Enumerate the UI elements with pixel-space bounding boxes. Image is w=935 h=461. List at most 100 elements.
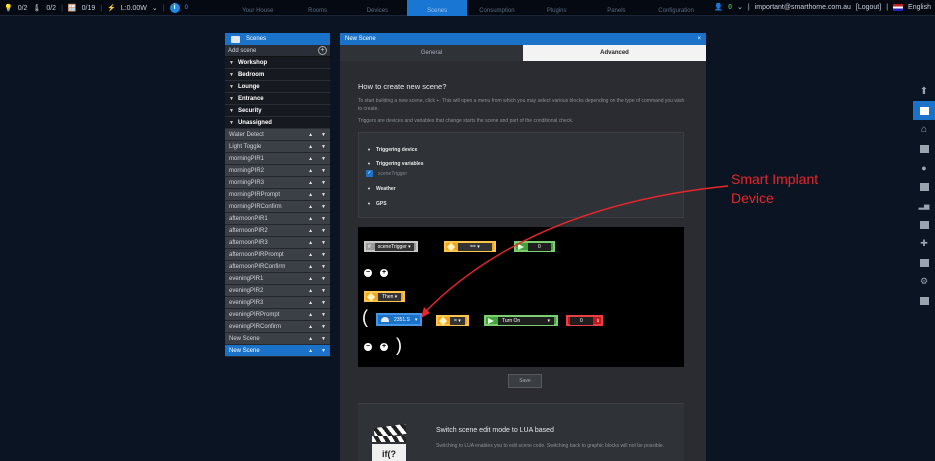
blinds-icon[interactable] — [913, 177, 935, 196]
move-down-icon[interactable]: ▼ — [321, 132, 326, 138]
move-up-icon[interactable]: ▲ — [308, 252, 313, 258]
delay-value[interactable]: 0 — [570, 316, 593, 325]
move-up-icon[interactable]: ▲ — [308, 204, 313, 210]
move-up-icon[interactable]: ▲ — [308, 264, 313, 270]
add-condition-button[interactable]: + — [380, 269, 388, 277]
action-dropdown[interactable]: Turn On ▾ — [498, 316, 554, 325]
variable-checkbox-row[interactable]: ✓ sceneTrigger — [366, 170, 407, 177]
scene-row[interactable]: eveningPIRConfirm ▲ ▼ — [225, 321, 330, 333]
scene-row[interactable]: morningPIRPrompt ▲ ▼ — [225, 189, 330, 201]
close-icon[interactable]: × — [697, 36, 701, 42]
group-security[interactable]: ▼ Security — [225, 105, 330, 117]
move-down-icon[interactable]: ▼ — [321, 180, 326, 186]
block-editor[interactable]: # sceneTrigger ▾ == ▾ 0 − + Then ▾ ( 235… — [358, 227, 684, 367]
value-block[interactable]: 0 — [514, 241, 555, 252]
move-up-icon[interactable]: ▲ — [308, 216, 313, 222]
move-up-icon[interactable]: ▲ — [308, 192, 313, 198]
nav-consumption[interactable]: Consumption — [467, 0, 527, 16]
move-down-icon[interactable]: ▼ — [321, 300, 326, 306]
plus-icon[interactable]: + — [318, 46, 327, 55]
nav-configuration[interactable]: Configuration — [646, 0, 706, 16]
chevron-down-icon[interactable]: ⌄ — [737, 3, 743, 11]
action-block[interactable]: Turn On ▾ — [484, 315, 558, 326]
scene-row[interactable]: morningPIR3 ▲ ▼ — [225, 177, 330, 189]
scene-row[interactable]: Water Detect ▲ ▼ — [225, 129, 330, 141]
scene-row[interactable]: afternoonPIRConfirm ▲ ▼ — [225, 261, 330, 273]
monitor-icon[interactable] — [913, 139, 935, 158]
bulb-icon[interactable]: ● — [913, 158, 935, 177]
move-down-icon[interactable]: ▼ — [321, 168, 326, 174]
move-down-icon[interactable]: ▼ — [321, 228, 326, 234]
move-up-icon[interactable]: ▲ — [308, 168, 313, 174]
remove-action-button[interactable]: − — [364, 343, 372, 351]
move-up-icon[interactable]: ▲ — [308, 300, 313, 306]
move-up-icon[interactable]: ▲ — [308, 288, 313, 294]
move-up-icon[interactable]: ▲ — [308, 324, 313, 330]
exit-icon[interactable] — [913, 291, 935, 310]
chevron-down-icon[interactable]: ⌄ — [152, 4, 158, 12]
group-bedroom[interactable]: ▼ Bedroom — [225, 69, 330, 81]
scene-row[interactable]: afternoonPIR2 ▲ ▼ — [225, 225, 330, 237]
move-down-icon[interactable]: ▼ — [321, 336, 326, 342]
variable-block[interactable]: # sceneTrigger ▾ — [364, 241, 418, 252]
triggering-variables-toggle[interactable]: ▼ Triggering variables — [367, 161, 424, 167]
scene-row[interactable]: New Scene ▲ ▼ — [225, 345, 330, 357]
nav-your-house[interactable]: Your House — [228, 0, 288, 16]
tab-advanced[interactable]: Advanced — [523, 45, 706, 61]
move-up-icon[interactable]: ▲ — [308, 144, 313, 150]
variable-dropdown[interactable]: sceneTrigger ▾ — [374, 242, 414, 251]
save-button[interactable]: Save — [508, 374, 542, 388]
nav-scenes[interactable]: Scenes — [407, 0, 467, 16]
scene-row[interactable]: afternoonPIR1 ▲ ▼ — [225, 213, 330, 225]
language-select[interactable]: English — [908, 4, 931, 11]
action-operator-block[interactable]: = ▾ — [436, 315, 469, 326]
chevron-down-icon[interactable]: ▾ — [415, 317, 418, 323]
up-arrow-icon[interactable]: ⬆ — [913, 82, 935, 101]
action-operator-dropdown[interactable]: = ▾ — [450, 316, 465, 325]
checkbox-checked[interactable]: ✓ — [366, 170, 373, 177]
operator-dropdown[interactable]: == ▾ — [458, 242, 492, 251]
move-up-icon[interactable]: ▲ — [308, 336, 313, 342]
gear-icon[interactable]: ⚙ — [913, 272, 935, 291]
nav-devices[interactable]: Devices — [348, 0, 408, 16]
move-up-icon[interactable]: ▲ — [308, 180, 313, 186]
device-block[interactable]: 2351.S ▾ — [376, 313, 423, 326]
move-down-icon[interactable]: ▼ — [321, 312, 326, 318]
move-down-icon[interactable]: ▼ — [321, 204, 326, 210]
device-label[interactable]: 2351.S — [394, 317, 410, 323]
then-dropdown[interactable]: Then ▾ — [378, 292, 402, 301]
scene-row[interactable]: morningPIR2 ▲ ▼ — [225, 165, 330, 177]
scene-row[interactable]: eveningPIR3 ▲ ▼ — [225, 297, 330, 309]
flag-icon[interactable] — [893, 3, 904, 11]
condition-operator-block[interactable]: == ▾ — [444, 241, 496, 252]
scene-row[interactable]: afternoonPIRPrompt ▲ ▼ — [225, 249, 330, 261]
lightbulb-icon[interactable]: 💡 — [4, 4, 13, 12]
gps-toggle[interactable]: ▼ GPS — [367, 201, 387, 207]
condition-value[interactable]: 0 — [528, 242, 551, 251]
move-up-icon[interactable]: ▲ — [308, 132, 313, 138]
move-down-icon[interactable]: ▼ — [321, 288, 326, 294]
blinds-icon[interactable]: 🪟 — [68, 4, 77, 12]
scene-row[interactable]: morningPIR1 ▲ ▼ — [225, 153, 330, 165]
move-down-icon[interactable]: ▼ — [321, 276, 326, 282]
triggering-device-toggle[interactable]: ▼ Triggering device — [367, 147, 417, 153]
delay-block[interactable]: 0 s — [566, 315, 604, 326]
group-unassigned[interactable]: ▼ Unassigned — [225, 117, 330, 129]
move-down-icon[interactable]: ▼ — [321, 264, 326, 270]
scene-row[interactable]: afternoonPIR3 ▲ ▼ — [225, 237, 330, 249]
weather-toggle[interactable]: ▼ Weather — [367, 186, 396, 192]
lua-switch-link[interactable]: Switch scene edit mode to LUA based — [436, 427, 554, 434]
puzzle-icon[interactable]: ✚ — [913, 234, 935, 253]
nav-plugins[interactable]: Plugins — [527, 0, 587, 16]
power-icon[interactable]: ⚡ — [107, 4, 116, 12]
remove-condition-button[interactable]: − — [364, 269, 372, 277]
save-icon[interactable] — [913, 101, 935, 120]
user-icon[interactable]: 👤 — [714, 3, 723, 11]
then-block[interactable]: Then ▾ — [364, 291, 406, 302]
group-lounge[interactable]: ▼ Lounge — [225, 81, 330, 93]
move-down-icon[interactable]: ▼ — [321, 216, 326, 222]
thermometer-icon[interactable]: 🌡 — [32, 4, 41, 12]
scene-row[interactable]: eveningPIR1 ▲ ▼ — [225, 273, 330, 285]
scene-row[interactable]: Light Toggle ▲ ▼ — [225, 141, 330, 153]
add-action-button[interactable]: + — [380, 343, 388, 351]
